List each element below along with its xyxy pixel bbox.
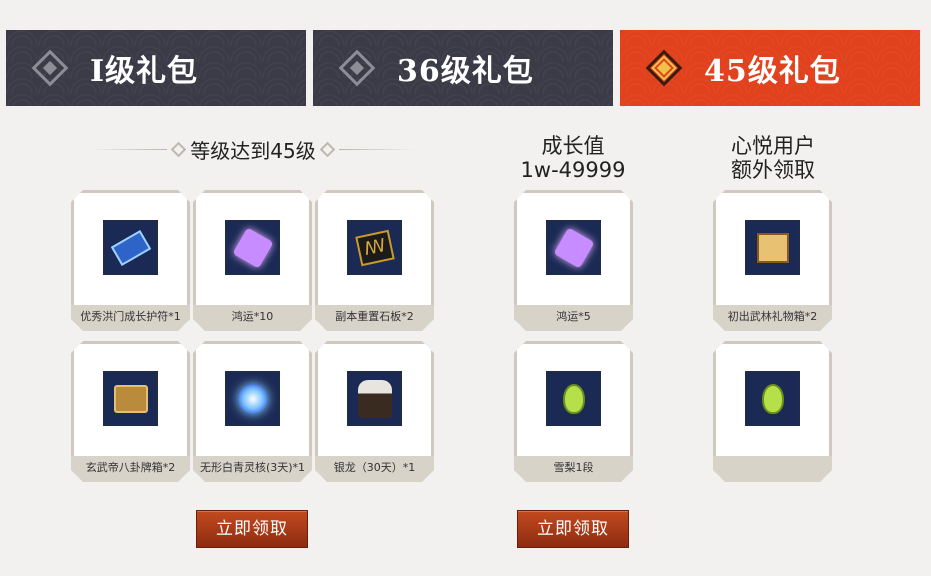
vip-heading-line1: 心悦用户 [731,134,815,158]
growth-heading-line2: 1w-49999 [520,158,626,182]
tab-level-45[interactable]: 45级礼包 [620,30,920,106]
bagua-chest-icon [103,371,158,426]
reward-name: 副本重置石板*2 [335,310,414,323]
gift-box-icon [745,220,800,275]
vip-heading-line2: 额外领取 [731,158,815,182]
stone-tablet-icon: ꟿ [347,220,402,275]
diamond-icon [644,48,684,88]
spirit-orb-icon [225,371,280,426]
pear-icon [745,371,800,426]
reward-name: 玄武帝八卦牌箱*2 [85,461,176,474]
tab-label: I级礼包 [90,54,199,89]
divider [338,148,417,150]
tab-label: 45级礼包 [704,54,841,89]
purple-crystal-icon [225,220,280,275]
reward-card: 鸿运*5 [514,190,633,331]
reward-card: ꟿ 副本重置石板*2 [315,190,434,331]
tab-level-1[interactable]: I级礼包 [6,30,306,106]
tab-level-36[interactable]: 36级礼包 [313,30,613,106]
pear-icon [546,371,601,426]
reward-card: 鸿运*10 [193,190,312,331]
reward-card: 优秀洪门成长护符*1 [71,190,190,331]
reward-name: 无形白青灵核(3天)*1 [199,461,306,474]
reward-card: 银龙（30天）*1 [315,341,434,482]
diamond-icon [337,48,377,88]
fur-coat-icon [347,371,402,426]
divider [90,148,168,150]
diamond-ornament-icon [319,141,336,157]
tab-label: 36级礼包 [397,54,534,89]
reward-card: 初出武林礼物箱*2 [713,190,832,331]
reward-name: 优秀洪门成长护符*1 [80,310,181,323]
reward-name: 雪梨1段 [553,461,594,474]
reward-card: 雪梨1段 [514,341,633,482]
vip-heading: 心悦用户 额外领取 [700,134,846,182]
claim-level-button[interactable]: 立即领取 [196,510,308,548]
reward-card: 玄武帝八卦牌箱*2 [71,341,190,482]
reward-name: 鸿运*10 [231,310,274,323]
reward-name: 鸿运*5 [556,310,591,323]
talisman-icon [103,220,158,275]
growth-heading: 成长值 1w-49999 [500,134,646,182]
reward-name: 初出武林礼物箱*2 [727,310,818,323]
diamond-ornament-icon [171,141,187,157]
reward-card: 无形白青灵核(3天)*1 [193,341,312,482]
growth-heading-line1: 成长值 [541,134,605,158]
purple-crystal-icon [546,220,601,275]
diamond-icon [30,48,70,88]
claim-growth-button[interactable]: 立即领取 [517,510,629,548]
level-heading-text: 等级达到45级 [190,138,316,163]
level-section-heading: 等级达到45级 [90,136,417,163]
reward-name: 银龙（30天）*1 [333,461,416,474]
reward-card [713,341,832,482]
